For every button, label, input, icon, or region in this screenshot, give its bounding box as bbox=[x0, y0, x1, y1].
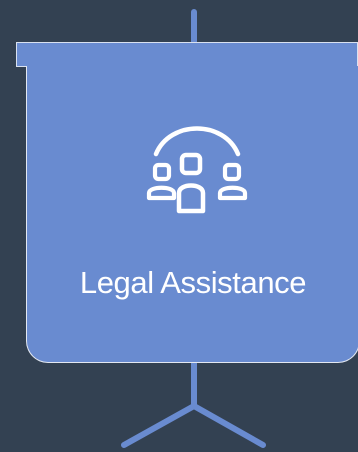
team-group-icon-svg bbox=[146, 126, 248, 214]
projector-screen-illustration: Legal Assistance bbox=[0, 0, 358, 452]
stand-left-leg bbox=[121, 403, 197, 448]
team-group-icon bbox=[132, 120, 262, 220]
panel-title: Legal Assistance bbox=[79, 264, 307, 300]
stand-right-leg bbox=[191, 403, 266, 448]
screen-top-bar bbox=[16, 42, 358, 67]
